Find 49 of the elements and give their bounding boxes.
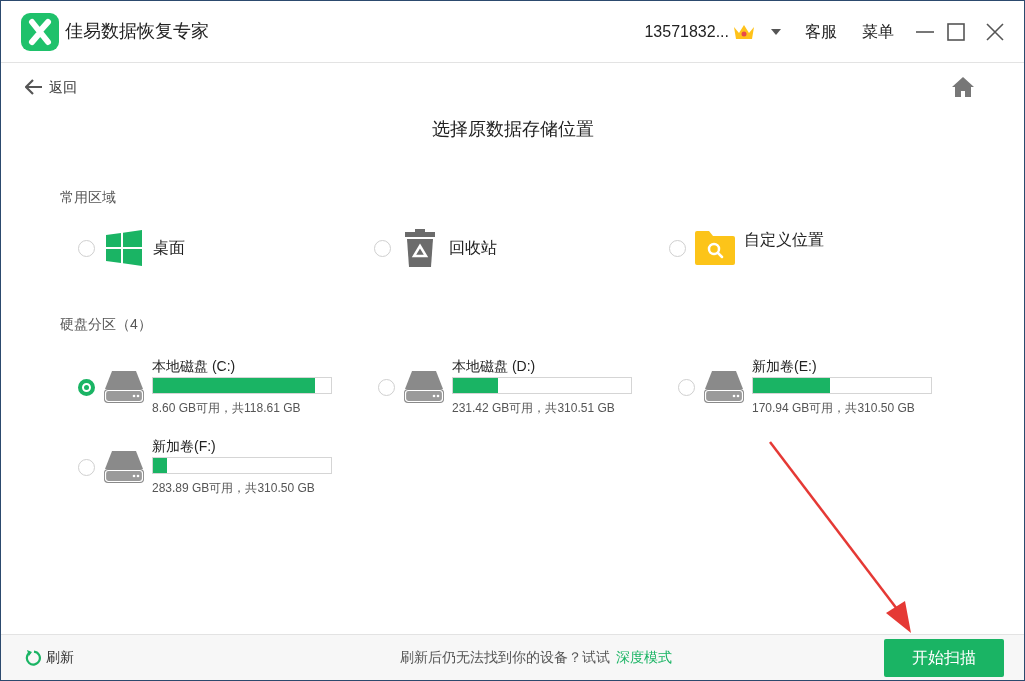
windows-icon xyxy=(106,230,142,266)
radio-button[interactable] xyxy=(669,239,687,257)
radio-button[interactable] xyxy=(78,378,95,396)
hard-drive-icon xyxy=(404,371,444,403)
radio-button[interactable] xyxy=(78,239,95,257)
account-name[interactable]: 13571832... xyxy=(644,19,729,44)
refresh-icon xyxy=(25,649,41,666)
disk-space-text: 283.89 GB可用，共310.50 GB xyxy=(152,480,316,497)
close-icon[interactable] xyxy=(986,22,1004,41)
radio-button[interactable] xyxy=(78,458,95,476)
location-label: 回收站 xyxy=(448,238,497,258)
location-label: 桌面 xyxy=(153,238,185,258)
radio-button[interactable] xyxy=(678,378,695,396)
location-option[interactable]: 回收站 xyxy=(373,228,670,268)
radio-button[interactable] xyxy=(373,239,391,257)
disk-option[interactable]: 本地磁盘 (D:) 231.42 GB可用，共310.51 GB xyxy=(378,357,678,417)
folder-search-icon xyxy=(695,231,736,265)
disk-name: 新加卷(E:) xyxy=(752,357,818,375)
disk-option[interactable]: 新加卷(E:) 170.94 GB可用，共310.50 GB xyxy=(678,357,978,417)
disk-option[interactable]: 本地磁盘 (C:) 8.60 GB可用，共118.61 GB xyxy=(78,357,378,417)
hard-drive-icon xyxy=(104,371,144,403)
dropdown-caret-icon[interactable] xyxy=(771,28,781,35)
page-title: 选择原数据存储位置 xyxy=(430,118,595,141)
hard-drive-icon xyxy=(704,371,744,403)
disk-name: 新加卷(F:) xyxy=(152,437,217,455)
disk-space-text: 170.94 GB可用，共310.50 GB xyxy=(752,400,916,417)
app-logo xyxy=(21,12,59,51)
refresh-button[interactable]: 刷新 xyxy=(25,647,74,668)
disk-space-text: 8.60 GB可用，共118.61 GB xyxy=(152,400,302,417)
location-option[interactable]: 自定义位置 xyxy=(669,228,965,268)
disk-space-text: 231.42 GB可用，共310.51 GB xyxy=(452,400,616,417)
back-arrow-icon xyxy=(25,79,43,95)
trash-bin-icon xyxy=(403,228,436,268)
location-label: 自定义位置 xyxy=(744,230,825,250)
back-button[interactable]: 返回 xyxy=(25,76,77,98)
hint-text: 刷新后仍无法找到你的设备？试试 xyxy=(400,648,610,667)
disk-name: 本地磁盘 (D:) xyxy=(452,357,537,375)
disk-option[interactable]: 新加卷(F:) 283.89 GB可用，共310.50 GB xyxy=(78,437,378,497)
section-heading: 常用区域 xyxy=(60,188,117,207)
app-title: 佳易数据恢复专家 xyxy=(65,20,209,43)
maximize-icon[interactable] xyxy=(947,22,965,41)
radio-button[interactable] xyxy=(378,378,395,396)
home-icon[interactable] xyxy=(952,77,974,97)
hard-drive-icon xyxy=(104,451,144,483)
section-heading: 硬盘分区（4） xyxy=(60,315,153,334)
header-menu-button[interactable]: 客服 xyxy=(805,19,837,44)
disk-name: 本地磁盘 (C:) xyxy=(152,357,237,375)
location-option[interactable]: 桌面 xyxy=(78,228,374,268)
header-menu-button[interactable]: 菜单 xyxy=(862,19,894,44)
